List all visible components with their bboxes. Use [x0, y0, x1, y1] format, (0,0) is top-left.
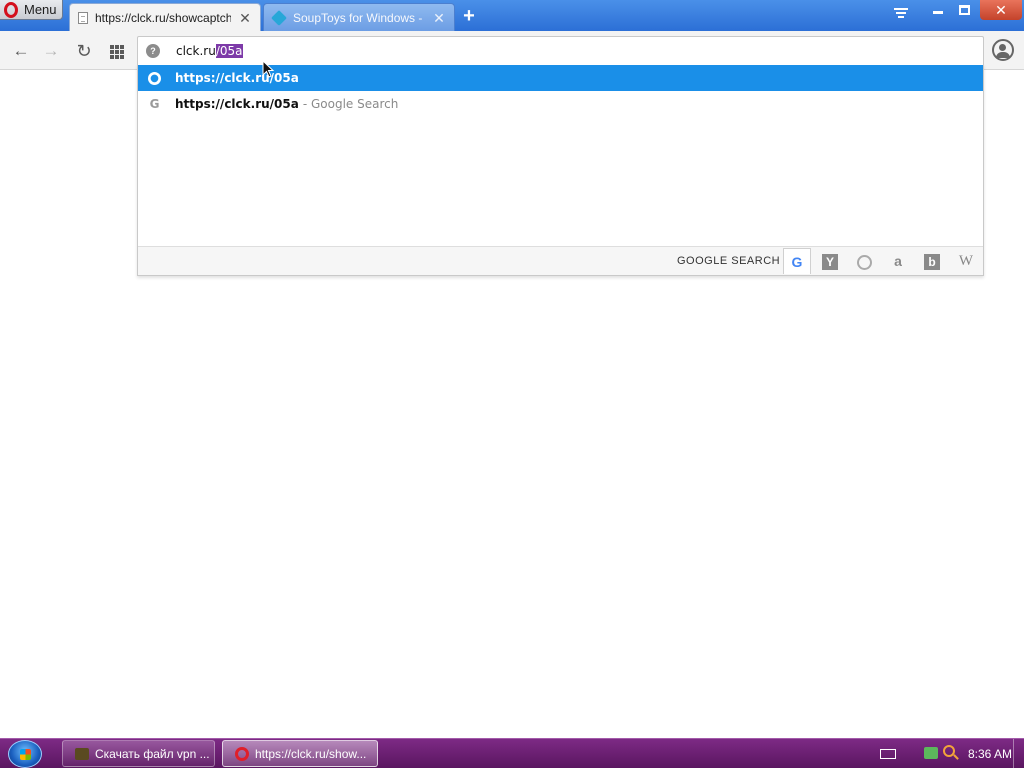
tab-title: https://clck.ru/showcaptcha	[95, 10, 231, 25]
minimize-button[interactable]	[926, 2, 950, 20]
download-app-icon	[75, 747, 89, 760]
site-info-icon[interactable]: ?	[146, 43, 160, 58]
speed-dial-grid-icon[interactable]	[106, 40, 128, 62]
tab-active[interactable]: https://clck.ru/showcaptcha ✕	[69, 3, 261, 31]
taskbar-item-download[interactable]: Скачать файл vpn ...	[62, 740, 215, 767]
close-window-button[interactable]: ✕	[980, 0, 1022, 20]
title-bar: Menu https://clck.ru/showcaptcha ✕ SoupT…	[0, 0, 1024, 31]
new-tab-button[interactable]: +	[459, 6, 479, 26]
keyboard-icon[interactable]	[880, 749, 896, 759]
google-engine-icon[interactable]: G	[783, 248, 811, 274]
account-icon[interactable]	[992, 39, 1014, 61]
address-typed-text: clck.ru	[176, 43, 216, 58]
menu-label: Menu	[24, 2, 57, 17]
suggestion-url: https://clck.ru/05a	[175, 71, 299, 85]
yandex-engine-icon[interactable]: Y	[816, 248, 844, 274]
start-button[interactable]	[8, 740, 42, 768]
taskbar-item-label: Скачать файл vpn ...	[95, 746, 210, 761]
opera-menu-button[interactable]: Menu	[0, 0, 63, 20]
address-input[interactable]: clck.ru/05a	[176, 43, 243, 58]
globe-icon: ●	[148, 71, 161, 85]
tab-menu-icon[interactable]	[889, 6, 913, 24]
opera-logo-icon	[4, 1, 18, 18]
address-autocomplete-selection: /05a	[215, 43, 243, 58]
tab-title: SoupToys for Windows - D	[293, 10, 425, 25]
address-suggestions-dropdown: ● https://clck.ru/05a G https://clck.ru/…	[137, 64, 984, 276]
reload-icon[interactable]: ↻	[73, 40, 95, 62]
search-engine-label: GOOGLE SEARCH	[677, 255, 781, 267]
search-engine-bar: GOOGLE SEARCH G Y a b W	[138, 246, 983, 275]
opera-icon	[235, 746, 249, 761]
duckduckgo-engine-icon[interactable]	[850, 248, 878, 274]
tab-close-icon[interactable]: ✕	[432, 11, 446, 25]
google-icon: G	[149, 97, 160, 111]
wikipedia-engine-icon[interactable]: W	[952, 248, 980, 274]
forward-arrow-icon[interactable]: →	[40, 40, 62, 62]
back-arrow-icon[interactable]: ←	[10, 40, 32, 62]
suggestion-item[interactable]: G https://clck.ru/05a - Google Search	[138, 91, 983, 117]
windows-taskbar: Скачать файл vpn ... https://clck.ru/sho…	[0, 738, 1024, 768]
search-tray-icon[interactable]	[943, 745, 955, 757]
network-icon[interactable]	[924, 747, 938, 759]
suggestion-url: https://clck.ru/05a	[175, 97, 299, 111]
taskbar-clock[interactable]: 8:36 AM	[968, 747, 1012, 761]
amazon-engine-icon[interactable]: a	[884, 248, 912, 274]
maximize-button[interactable]	[952, 2, 976, 20]
souptoys-icon	[271, 9, 287, 26]
taskbar-item-opera[interactable]: https://clck.ru/show...	[222, 740, 378, 767]
taskbar-item-label: https://clck.ru/show...	[255, 746, 367, 761]
show-desktop-button[interactable]	[1013, 739, 1024, 768]
tab-close-icon[interactable]: ✕	[238, 11, 252, 25]
page-icon	[78, 11, 88, 24]
bing-engine-icon[interactable]: b	[918, 248, 946, 274]
suggestion-suffix: - Google Search	[302, 97, 399, 111]
tab-souptoys[interactable]: SoupToys for Windows - D ✕	[263, 3, 455, 31]
